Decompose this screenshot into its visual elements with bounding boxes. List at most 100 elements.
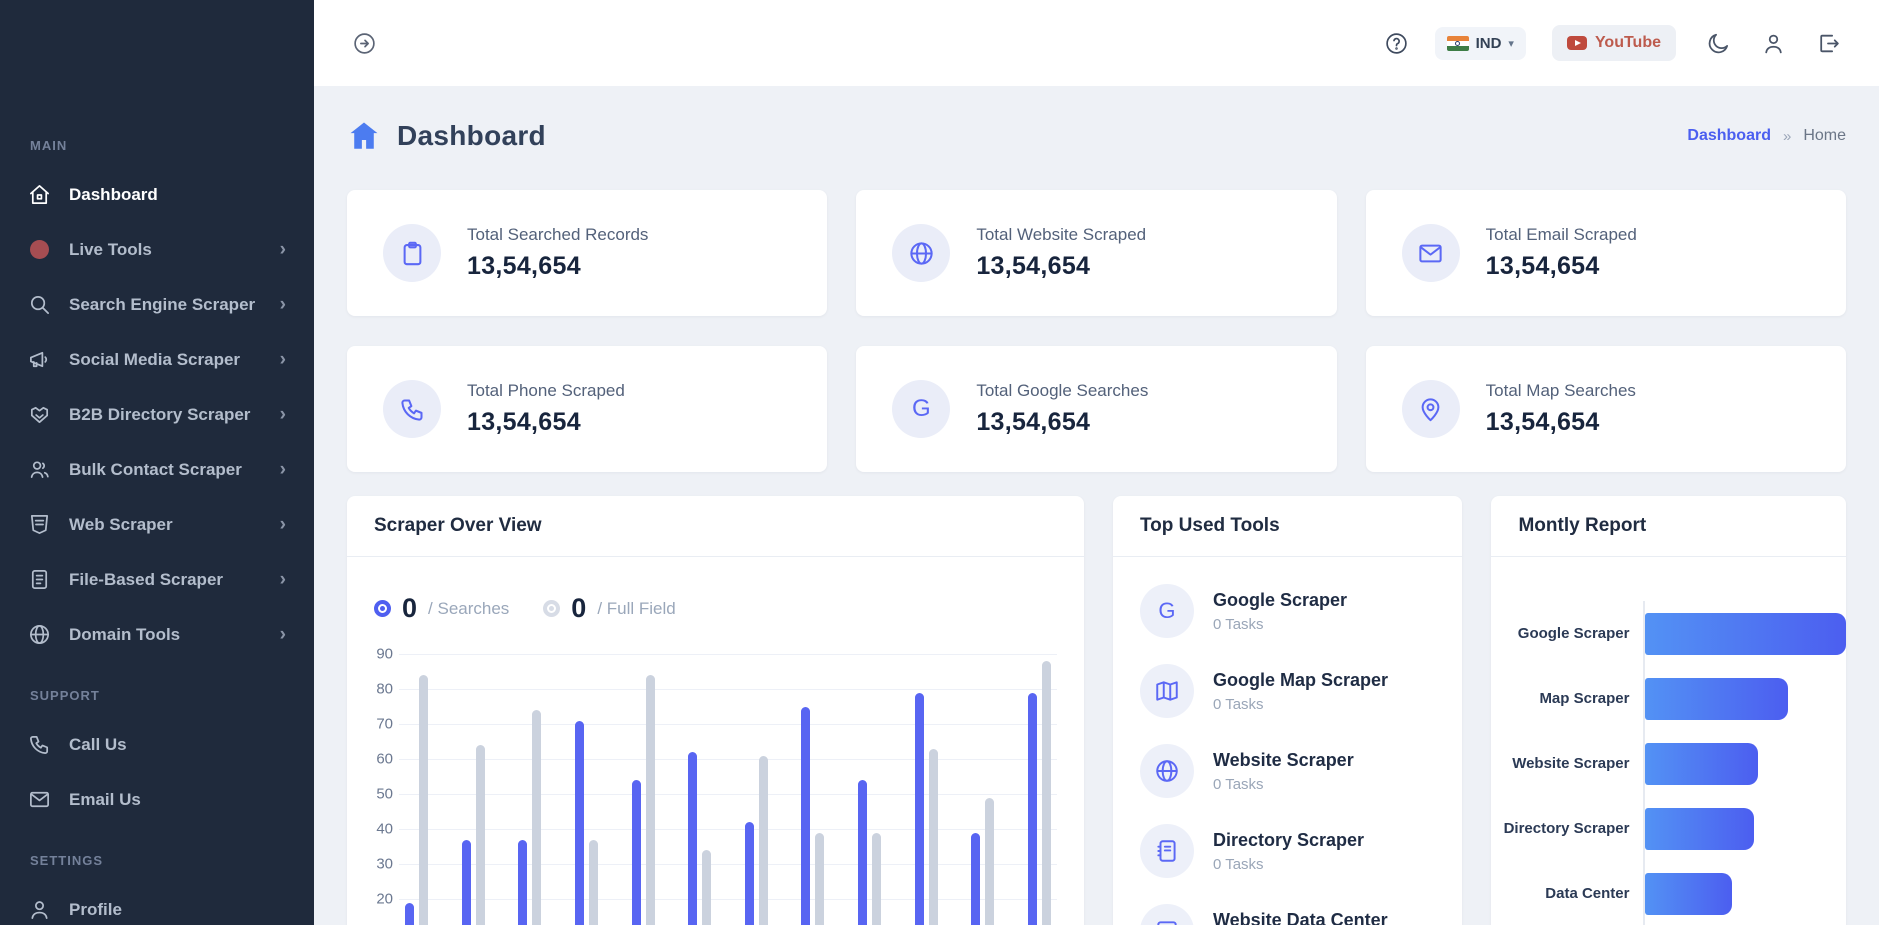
sidebar-item-live-tools[interactable]: Live Tools ›: [0, 222, 314, 277]
home-icon: [347, 119, 381, 153]
tool-row-website-data-center[interactable]: Website Data Center0 Tasks: [1140, 891, 1436, 925]
sidebar-item-domain-tools[interactable]: Domain Tools›: [0, 607, 314, 662]
tools-list: GGoogle Scraper0 TasksGoogle Map Scraper…: [1113, 557, 1463, 925]
phone-icon: [383, 380, 441, 438]
report-category-label: Data Center: [1491, 885, 1643, 902]
stat-value: 13,54,654: [976, 408, 1148, 437]
tool-row-google-scraper[interactable]: GGoogle Scraper0 Tasks: [1140, 571, 1436, 651]
report-row-website-scraper: Website Scraper: [1491, 731, 1846, 796]
globe-icon: [28, 623, 51, 646]
stat-card-total-searched-records: Total Searched Records13,54,654: [347, 190, 827, 316]
overview-card-title: Scraper Over View: [374, 515, 542, 536]
youtube-button[interactable]: YouTube: [1552, 25, 1676, 61]
bar-searches: [915, 693, 924, 925]
monthly-report-card: Montly Report Google Scraper Map ScraperW…: [1491, 496, 1846, 925]
breadcrumb-current[interactable]: Dashboard: [1687, 127, 1771, 145]
report-bar: [1645, 678, 1787, 720]
sidebar: MAINDashboardLive Tools›Search Engine Sc…: [0, 0, 314, 925]
bar-group: [518, 710, 541, 925]
users-icon: [28, 458, 51, 481]
tool-row-website-scraper[interactable]: Website Scraper0 Tasks: [1140, 731, 1436, 811]
bar-group: [632, 675, 655, 925]
sidebar-item-search-engine-scraper[interactable]: Search Engine Scraper›: [0, 277, 314, 332]
legend-item--searches[interactable]: 0/ Searches: [374, 593, 509, 624]
overview-bar-chart: 9080706050403020: [359, 654, 1057, 925]
sidebar-item-b2b-directory-scraper[interactable]: B2B Directory Scraper›: [0, 387, 314, 442]
sidebar-item-email-us[interactable]: Email Us: [0, 772, 314, 827]
bar-searches: [688, 752, 697, 925]
sidebar-item-file-based-scraper[interactable]: File-Based Scraper›: [0, 552, 314, 607]
bar-group: [688, 752, 711, 925]
sidebar-item-web-scraper[interactable]: Web Scraper ›: [0, 497, 314, 552]
language-code: IND: [1476, 35, 1502, 52]
bar-searches: [1028, 693, 1037, 925]
overview-legend: 0/ Searches 0/ Full Field: [347, 557, 1084, 624]
globe-icon: [892, 224, 950, 282]
stat-value: 13,54,654: [1486, 252, 1637, 281]
sidebar-item-label: Web Scraper: [69, 515, 262, 535]
g-icon: G: [892, 380, 950, 438]
breadcrumb-home-link[interactable]: Home: [1803, 127, 1846, 145]
tool-name: Google Map Scraper: [1213, 670, 1388, 691]
legend-label: / Full Field: [597, 599, 675, 619]
stat-label: Total Email Scraped: [1486, 225, 1637, 245]
datacenter-icon: [1140, 904, 1194, 925]
sidebar-item-label: Live Tools: [69, 240, 262, 260]
directory-icon: [1140, 824, 1194, 878]
dark-mode-moon-icon[interactable]: [1706, 31, 1731, 56]
user-account-icon[interactable]: [1761, 31, 1786, 56]
help-icon[interactable]: [1384, 31, 1409, 56]
sidebar-item-label: File-Based Scraper: [69, 570, 262, 590]
monthly-report-chart: Google Scraper Map ScraperWebsite Scraper…: [1491, 601, 1846, 925]
sidebar-item-label: Search Engine Scraper: [69, 295, 262, 315]
live-dot-icon: [28, 238, 51, 261]
logout-icon[interactable]: [1816, 31, 1841, 56]
sidebar-section-main: MAINDashboardLive Tools›Search Engine Sc…: [0, 138, 314, 662]
report-row-map-scraper: Map Scraper: [1491, 666, 1846, 731]
bar-group: [405, 675, 428, 925]
scraper-overview-card: Scraper Over View 0/ Searches 0/ Full Fie…: [347, 496, 1084, 925]
legend-bullet-icon: [543, 600, 560, 617]
stat-card-total-website-scraped: Total Website Scraped13,54,654: [856, 190, 1336, 316]
bar-searches: [632, 780, 641, 925]
clipboard-icon: [383, 224, 441, 282]
chevron-right-icon: ›: [280, 350, 286, 369]
page-title: Dashboard: [397, 120, 546, 152]
bar-full-field: [702, 850, 711, 925]
sidebar-toggle-icon[interactable]: [352, 31, 377, 56]
chevron-right-icon: ›: [280, 240, 286, 259]
stat-label: Total Phone Scraped: [467, 381, 625, 401]
bar-full-field: [759, 756, 768, 925]
tool-row-directory-scraper[interactable]: Directory Scraper0 Tasks: [1140, 811, 1436, 891]
y-axis-tick: 30: [376, 856, 393, 873]
sidebar-section-label: SUPPORT: [0, 688, 314, 703]
sidebar-item-dashboard[interactable]: Dashboard: [0, 167, 314, 222]
tool-name: Website Data Center: [1213, 910, 1388, 925]
stat-value: 13,54,654: [976, 252, 1146, 281]
sidebar-section-label: SETTINGS: [0, 853, 314, 868]
sidebar-item-call-us[interactable]: Call Us: [0, 717, 314, 772]
sidebar-item-label: Email Us: [69, 790, 286, 810]
tool-task-count: 0 Tasks: [1213, 856, 1364, 873]
youtube-label: YouTube: [1595, 34, 1661, 52]
legend-item--full-field[interactable]: 0/ Full Field: [543, 593, 675, 624]
mail-icon: [1402, 224, 1460, 282]
chevron-down-icon: ▾: [1508, 37, 1514, 50]
india-flag-icon: [1447, 36, 1469, 51]
sidebar-item-bulk-contact-scraper[interactable]: Bulk Contact Scraper›: [0, 442, 314, 497]
tool-task-count: 0 Tasks: [1213, 616, 1347, 633]
chevron-right-icon: ›: [280, 515, 286, 534]
report-bar-area: [1643, 731, 1846, 796]
tool-name: Google Scraper: [1213, 590, 1347, 611]
home-icon: [28, 183, 51, 206]
y-axis-tick: 60: [376, 751, 393, 768]
tool-row-google-map-scraper[interactable]: Google Map Scraper0 Tasks: [1140, 651, 1436, 731]
report-bar-area: [1643, 861, 1846, 925]
report-category-label: Directory Scraper: [1491, 820, 1643, 837]
stat-value: 13,54,654: [467, 252, 648, 281]
sidebar-item-social-media-scraper[interactable]: Social Media Scraper›: [0, 332, 314, 387]
report-category-label: Google Scraper: [1491, 625, 1643, 642]
report-card-title: Montly Report: [1518, 515, 1646, 536]
language-selector[interactable]: IND ▾: [1435, 27, 1526, 60]
sidebar-item-profile[interactable]: Profile: [0, 882, 314, 925]
